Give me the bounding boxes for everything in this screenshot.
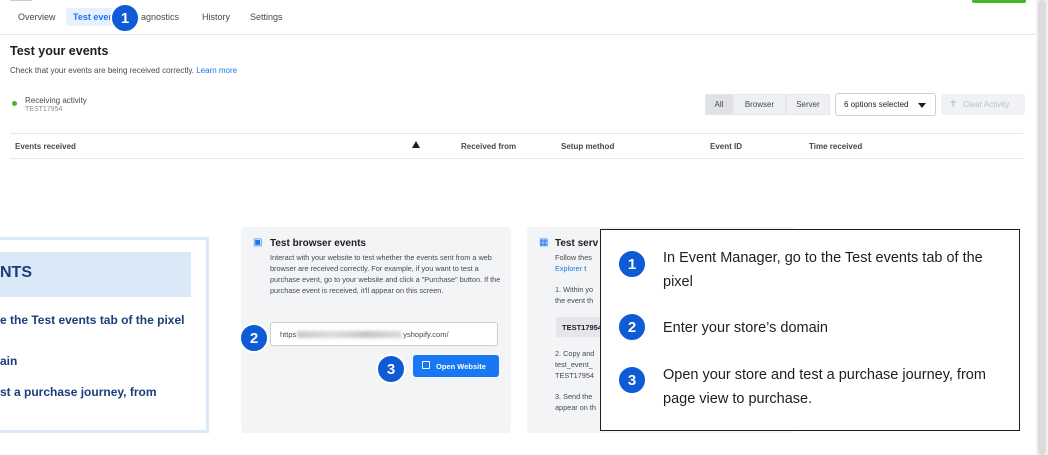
caret-down-icon	[918, 103, 926, 108]
instructions-line-1: e the Test events tab of the pixel	[0, 313, 185, 327]
col-time-received: Time received	[809, 142, 863, 151]
tab-overview[interactable]: Overview	[18, 12, 56, 22]
broom-icon: ✝	[949, 99, 958, 110]
overlay-step-3-text: Open your store and test a purchase jour…	[663, 367, 986, 407]
external-link-icon	[422, 361, 430, 369]
overlay-step-2-text: Enter your store’s domain	[663, 320, 828, 336]
clear-activity-button[interactable]: ✝ Clear Activity	[941, 94, 1025, 115]
col-events-received: Events received	[15, 142, 76, 151]
graph-api-explorer-link[interactable]: Explorer	[555, 264, 582, 273]
open-website-label: Open Website	[436, 361, 486, 371]
browser-card-description: Interact with your website to test wheth…	[270, 253, 501, 295]
url-prefix: https	[280, 329, 297, 339]
test-code-box[interactable]: TEST17954	[556, 317, 604, 337]
browser-card-title: Test browser events	[270, 238, 366, 249]
overlay-step-1-badge: 1	[617, 249, 647, 279]
learn-more-link[interactable]: Learn more	[196, 66, 237, 75]
page-subtitle: Check that your events are being receive…	[10, 66, 238, 75]
url-blurred	[297, 330, 403, 338]
status-code: TEST17954	[25, 106, 63, 113]
filter-server-button[interactable]: Server	[786, 94, 830, 115]
step-badge-3: 3	[376, 354, 406, 384]
filter-all-button[interactable]: All	[705, 94, 733, 115]
server-card-line-2-tail: t	[584, 264, 587, 273]
step-badge-2: 2	[239, 323, 269, 353]
open-website-button[interactable]: Open Website	[413, 355, 499, 377]
server-card-line-3: 1. Within yo	[555, 285, 594, 294]
status-dot-icon	[12, 101, 17, 106]
filter-browser-button[interactable]: Browser	[733, 94, 786, 115]
options-dropdown[interactable]: 6 options selected	[835, 93, 936, 116]
step-badge-1: 1	[110, 3, 140, 33]
overlay-step-1-text: In Event Manager, go to the Test events …	[663, 250, 983, 290]
instructions-panel-title: NTS	[0, 264, 32, 281]
browser-icon: ▣	[253, 237, 263, 248]
instructions-line-3: st a purchase journey, from	[0, 385, 157, 399]
overlay-step-3-badge: 3	[617, 365, 647, 395]
server-card-line-9: appear on th	[555, 403, 596, 412]
tab-history[interactable]: History	[202, 12, 230, 22]
col-received-from: Received from	[461, 142, 517, 151]
instructions-line-2: ain	[0, 354, 18, 368]
top-divider	[10, 0, 32, 1]
tab-diagnostics[interactable]: agnostics	[141, 12, 179, 22]
tab-settings[interactable]: Settings	[250, 12, 283, 22]
warning-icon	[412, 141, 420, 148]
server-card-line-4: the event th	[555, 296, 594, 305]
events-table-header: Events received Received from Setup meth…	[10, 133, 1023, 159]
scrollbar-thumb[interactable]	[1038, 0, 1046, 455]
server-card-title: Test serv	[555, 238, 599, 249]
col-setup-method: Setup method	[561, 142, 615, 151]
clear-activity-label: Clear Activity	[963, 100, 1010, 109]
dropdown-value: 6 options selected	[844, 100, 909, 109]
col-event-id: Event ID	[710, 142, 743, 151]
page-title: Test your events	[10, 44, 109, 58]
server-card-line-8: 3. Send the	[555, 392, 593, 401]
overlay-step-2-badge: 2	[617, 312, 647, 342]
server-card-line-6: test_event_	[555, 360, 593, 369]
status-label: Receiving activity	[25, 96, 87, 105]
server-card-line-7: TEST17954	[555, 371, 594, 380]
server-card-line-2: Explorer t	[555, 263, 586, 274]
top-action-button[interactable]	[972, 0, 1026, 3]
server-icon: ▦	[539, 237, 549, 248]
url-suffix: yshopify.com/	[403, 329, 449, 339]
server-card-line-1: Follow thes	[555, 253, 592, 262]
server-card-line-5: 2. Copy and	[555, 349, 595, 358]
website-url-input[interactable]: https yshopify.com/	[270, 322, 498, 346]
